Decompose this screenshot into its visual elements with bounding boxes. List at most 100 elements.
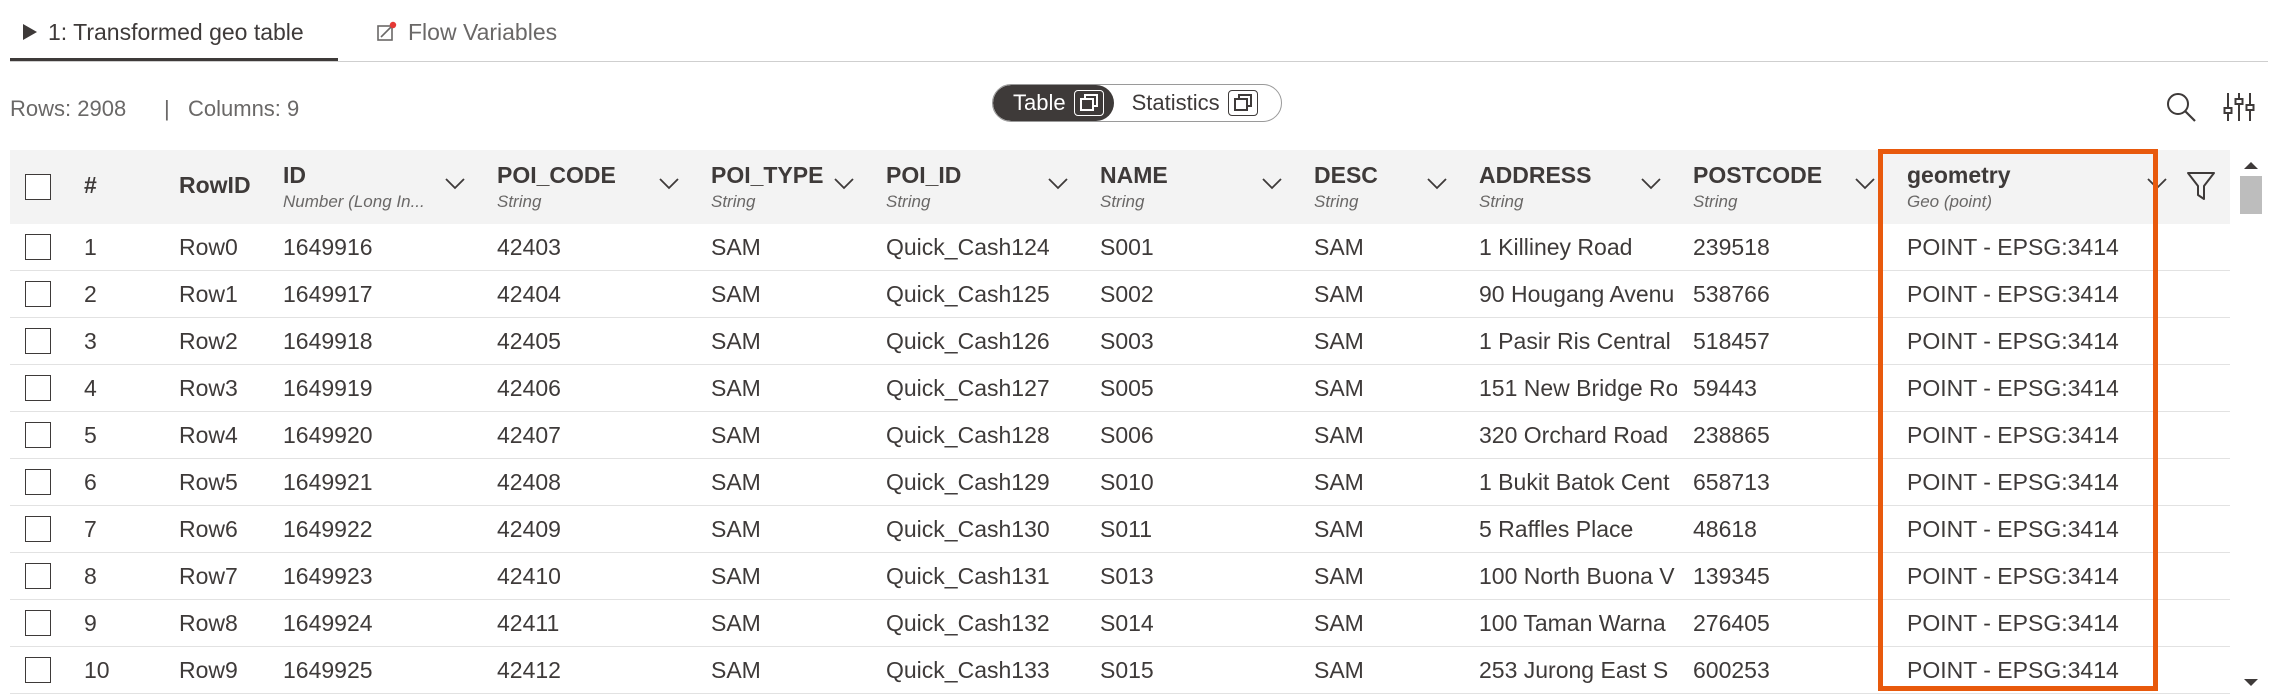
search-icon[interactable] xyxy=(2164,90,2198,124)
table-row[interactable]: 9 Row8 1649924 42411 SAM Quick_Cash132 S014 SAM… xyxy=(10,600,2230,647)
chevron-down-icon[interactable] xyxy=(444,172,466,194)
cell-rowid: Row0 xyxy=(179,233,238,260)
row-checkbox[interactable] xyxy=(25,328,51,354)
cell-row-number: 4 xyxy=(84,374,97,401)
row-checkbox[interactable] xyxy=(25,281,51,307)
header-name: NAME xyxy=(1100,162,1168,188)
cell-rowid: Row9 xyxy=(179,656,238,683)
cell-id: 1649924 xyxy=(283,609,373,636)
header-name: geometry xyxy=(1907,162,2011,188)
cell-desc: SAM xyxy=(1314,421,1364,448)
scroll-up-icon[interactable] xyxy=(2243,160,2259,170)
table-row[interactable]: 7 Row6 1649922 42409 SAM Quick_Cash130 S011 SAM… xyxy=(10,506,2230,553)
header-type: String xyxy=(1479,192,1524,211)
cell-id: 1649923 xyxy=(283,562,373,589)
vertical-scrollbar[interactable] xyxy=(2236,150,2266,690)
row-checkbox[interactable] xyxy=(25,469,51,495)
table-row[interactable]: 5 Row4 1649920 42407 SAM Quick_Cash128 S006 SAM… xyxy=(10,412,2230,459)
header-geometry[interactable]: geometry Geo (point) xyxy=(1896,150,2168,224)
tab-divider xyxy=(10,61,2268,62)
cell-row-number: 10 xyxy=(84,656,110,683)
cell-desc: SAM xyxy=(1314,233,1364,260)
cell-poi-code: 42406 xyxy=(497,374,561,401)
cell-name: S011 xyxy=(1100,515,1153,542)
header-postcode[interactable]: POSTCODE String xyxy=(1682,150,1896,224)
header-name-col[interactable]: NAME String xyxy=(1089,150,1303,224)
table-row[interactable]: 3 Row2 1649918 42405 SAM Quick_Cash126 S003 SAM… xyxy=(10,318,2230,365)
open-window-icon[interactable] xyxy=(1073,90,1104,116)
filter-icon[interactable] xyxy=(2186,170,2216,202)
cell-poi-code: 42408 xyxy=(497,468,561,495)
header-type: String xyxy=(1100,192,1145,211)
header-poi-type[interactable]: POI_TYPE String xyxy=(700,150,875,224)
cell-rowid: Row7 xyxy=(179,562,238,589)
row-checkbox[interactable] xyxy=(25,516,51,542)
cell-poi-id: Quick_Cash133 xyxy=(886,656,1050,683)
header-name: POI_TYPE xyxy=(711,162,824,188)
chevron-down-icon[interactable] xyxy=(658,172,680,194)
header-poi-code[interactable]: POI_CODE String xyxy=(486,150,700,224)
tab-flow-variables[interactable]: Flow Variables xyxy=(376,12,557,52)
tab-transformed-geo-table[interactable]: 1: Transformed geo table xyxy=(22,12,304,52)
view-toggle: Table Statistics xyxy=(992,84,1282,122)
table-header: # RowID ID Number (Long In... POI_CODE S… xyxy=(10,150,2230,224)
cell-desc: SAM xyxy=(1314,562,1364,589)
header-type: String xyxy=(497,192,542,211)
cell-row-number: 2 xyxy=(84,280,97,307)
table-row[interactable]: 1 Row0 1649916 42403 SAM Quick_Cash124 S001 SAM… xyxy=(10,224,2230,271)
cell-geometry: POINT - EPSG:3414 xyxy=(1907,468,2119,495)
tab-label: 1: Transformed geo table xyxy=(48,18,304,45)
select-all-checkbox[interactable] xyxy=(25,174,51,200)
cell-geometry: POINT - EPSG:3414 xyxy=(1907,421,2119,448)
cell-row-number: 9 xyxy=(84,609,97,636)
header-poi-id[interactable]: POI_ID String xyxy=(875,150,1089,224)
cell-poi-code: 42403 xyxy=(497,233,561,260)
table-row[interactable]: 2 Row1 1649917 42404 SAM Quick_Cash125 S002 SAM… xyxy=(10,271,2230,318)
scroll-down-icon[interactable] xyxy=(2243,678,2259,688)
row-checkbox[interactable] xyxy=(25,375,51,401)
cell-id: 1649920 xyxy=(283,421,373,448)
row-checkbox[interactable] xyxy=(25,234,51,260)
cell-poi-id: Quick_Cash131 xyxy=(886,562,1050,589)
table-row[interactable]: 6 Row5 1649921 42408 SAM Quick_Cash129 S010 SAM… xyxy=(10,459,2230,506)
cell-row-number: 3 xyxy=(84,327,97,354)
chevron-down-icon[interactable] xyxy=(2146,172,2168,194)
chevron-down-icon[interactable] xyxy=(1426,172,1448,194)
cell-desc: SAM xyxy=(1314,656,1364,683)
chevron-down-icon[interactable] xyxy=(1854,172,1876,194)
chevron-down-icon[interactable] xyxy=(1640,172,1662,194)
table-view-button[interactable]: Table xyxy=(993,85,1114,121)
statistics-view-label: Statistics xyxy=(1131,90,1220,115)
header-name: ADDRESS xyxy=(1479,162,1592,188)
cell-address: 90 Hougang Avenu xyxy=(1479,280,1675,307)
header-desc[interactable]: DESC String xyxy=(1303,150,1468,224)
row-checkbox[interactable] xyxy=(25,422,51,448)
row-checkbox[interactable] xyxy=(25,657,51,683)
chevron-down-icon[interactable] xyxy=(1261,172,1283,194)
cell-address: 100 Taman Warna xyxy=(1479,609,1666,636)
row-checkbox[interactable] xyxy=(25,610,51,636)
cell-postcode: 658713 xyxy=(1693,468,1770,495)
row-checkbox[interactable] xyxy=(25,563,51,589)
cell-poi-type: SAM xyxy=(711,280,761,307)
cell-poi-id: Quick_Cash130 xyxy=(886,515,1050,542)
cell-postcode: 518457 xyxy=(1693,327,1770,354)
table-row[interactable]: 8 Row7 1649923 42410 SAM Quick_Cash131 S013 SAM… xyxy=(10,553,2230,600)
statistics-view-button[interactable]: Statistics xyxy=(1114,85,1266,121)
table-row[interactable]: 4 Row3 1649919 42406 SAM Quick_Cash127 S005 SAM… xyxy=(10,365,2230,412)
open-window-icon[interactable] xyxy=(1227,90,1258,116)
header-id[interactable]: ID Number (Long In... xyxy=(272,150,486,224)
table-row[interactable]: 10 Row9 1649925 42412 SAM Quick_Cash133 S015 SA… xyxy=(10,647,2230,694)
cell-poi-type: SAM xyxy=(711,233,761,260)
header-address[interactable]: ADDRESS String xyxy=(1468,150,1682,224)
cell-address: 1 Killiney Road xyxy=(1479,233,1633,260)
cell-geometry: POINT - EPSG:3414 xyxy=(1907,515,2119,542)
cell-address: 320 Orchard Road xyxy=(1479,421,1669,448)
scrollbar-thumb[interactable] xyxy=(2240,176,2262,214)
cell-desc: SAM xyxy=(1314,515,1364,542)
column-settings-icon[interactable] xyxy=(2222,90,2256,124)
chevron-down-icon[interactable] xyxy=(833,172,855,194)
cell-row-number: 5 xyxy=(84,421,97,448)
chevron-down-icon[interactable] xyxy=(1047,172,1069,194)
column-count: Columns: 9 xyxy=(188,96,300,121)
